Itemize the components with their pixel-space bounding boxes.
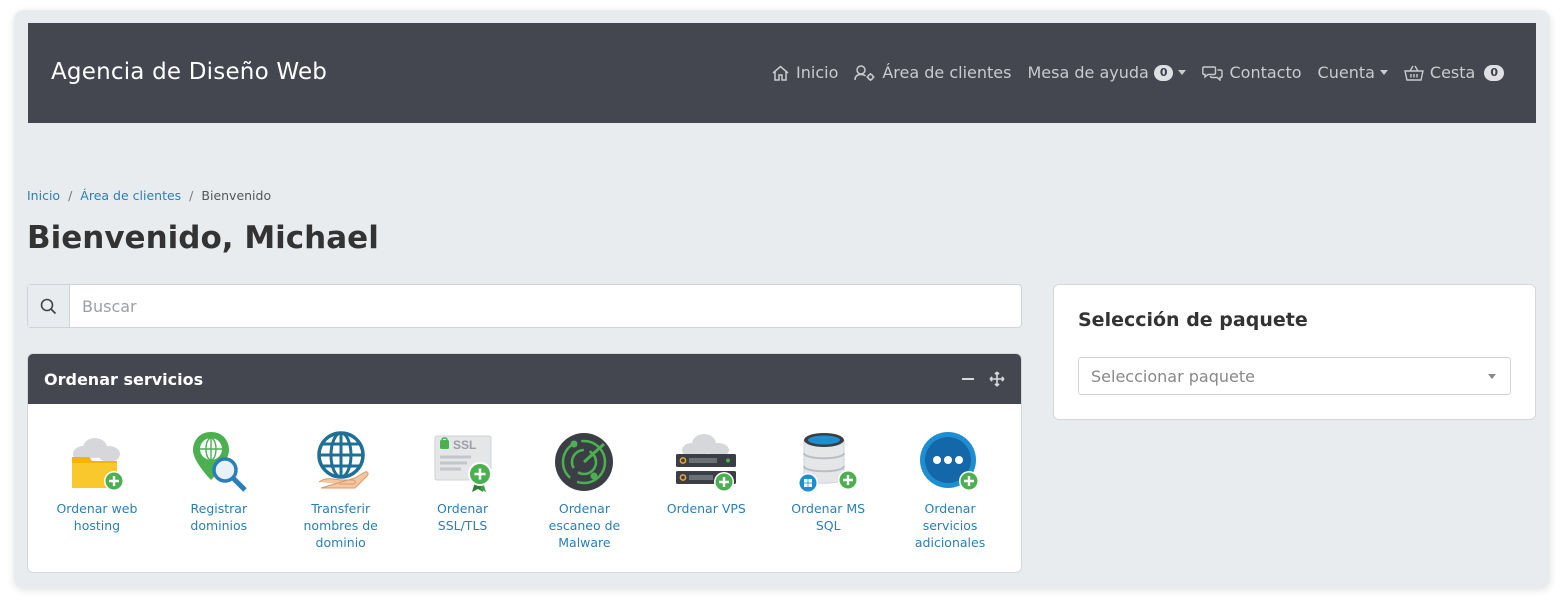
- order-services-title: Ordenar servicios: [44, 369, 204, 389]
- breadcrumb-home[interactable]: Inicio: [27, 188, 60, 203]
- breadcrumb-separator: /: [189, 188, 194, 203]
- service-ssl-tls[interactable]: SSL Ordenar SSL/TLS: [402, 430, 524, 551]
- svg-text:SSL: SSL: [453, 438, 476, 452]
- malware-scan-icon: [555, 433, 614, 491]
- chat-icon: [1202, 65, 1224, 81]
- service-mssql[interactable]: Ordenar MS SQL: [767, 430, 889, 551]
- service-label: Ordenar web hosting: [56, 501, 138, 533]
- domain-register-icon: [192, 432, 247, 492]
- nav-client-area-label: Área de clientes: [882, 63, 1012, 82]
- page-title: Bienvenido, Michael: [27, 220, 379, 256]
- more-services-icon: [920, 432, 980, 491]
- main-nav: Inicio Área de clientes Mesa de ayuda 0 …: [755, 63, 1504, 82]
- page-frame: Agencia de Diseño Web Inicio Área de cli…: [14, 10, 1550, 588]
- breadcrumb-separator: /: [68, 188, 73, 203]
- hosting-folder-icon: [71, 438, 124, 491]
- service-transfer-domains[interactable]: Transferir nombres de dominio: [280, 430, 402, 551]
- nav-home-label: Inicio: [796, 63, 839, 82]
- service-label: Ordenar escaneo de Malware: [548, 501, 621, 550]
- package-selection-title: Selección de paquete: [1078, 309, 1308, 331]
- domain-transfer-icon: [316, 431, 369, 489]
- search-icon-addon: [28, 285, 70, 327]
- search-bar: [27, 284, 1022, 328]
- home-icon: [772, 65, 789, 81]
- breadcrumb-client-area[interactable]: Área de clientes: [80, 188, 181, 203]
- top-navbar: Agencia de Diseño Web Inicio Área de cli…: [28, 23, 1536, 123]
- vps-server-icon: [676, 434, 737, 492]
- nav-helpdesk-label: Mesa de ayuda: [1027, 63, 1149, 82]
- nav-account[interactable]: Cuenta: [1318, 63, 1388, 82]
- user-cog-icon: [854, 64, 875, 81]
- nav-contact[interactable]: Contacto: [1202, 63, 1302, 82]
- package-select[interactable]: Seleccionar paquete: [1078, 357, 1511, 395]
- service-label: Ordenar servicios adicionales: [914, 501, 986, 550]
- chevron-down-icon: [1379, 70, 1388, 75]
- service-register-domains[interactable]: Registrar dominios: [158, 430, 280, 551]
- service-label: Ordenar VPS: [666, 501, 746, 516]
- breadcrumb-current: Bienvenido: [201, 188, 272, 203]
- nav-client-area[interactable]: Área de clientes: [854, 63, 1011, 82]
- nav-contact-label: Contacto: [1229, 63, 1302, 82]
- service-label: Transferir nombres de dominio: [303, 501, 378, 550]
- ssl-certificate-icon: SSL: [434, 435, 492, 492]
- service-web-hosting[interactable]: Ordenar web hosting: [36, 430, 158, 551]
- service-vps[interactable]: Ordenar VPS: [645, 430, 767, 551]
- dropdown-arrow-icon: [1488, 374, 1496, 379]
- services-grid: Ordenar web hosting Registrar dominios T…: [28, 404, 1021, 551]
- service-label: Ordenar SSL/TLS: [437, 501, 489, 533]
- chevron-down-icon: [1178, 70, 1187, 75]
- nav-home[interactable]: Inicio: [771, 63, 838, 82]
- package-select-placeholder: Seleccionar paquete: [1091, 366, 1255, 386]
- package-selection-card: Selección de paquete Seleccionar paquete: [1053, 284, 1536, 420]
- nav-account-label: Cuenta: [1317, 63, 1375, 82]
- card-tools: [961, 371, 1005, 387]
- cart-count-badge: 0: [1484, 64, 1504, 81]
- basket-icon: [1404, 65, 1424, 81]
- nav-helpdesk[interactable]: Mesa de ayuda 0: [1027, 63, 1187, 82]
- service-additional[interactable]: Ordenar servicios adicionales: [889, 430, 1011, 551]
- brand-name[interactable]: Agencia de Diseño Web: [51, 59, 327, 85]
- breadcrumb: Inicio / Área de clientes / Bienvenido: [27, 188, 271, 203]
- move-icon[interactable]: [989, 371, 1005, 387]
- order-services-card: Ordenar servicios Ordenar web hosting Re…: [27, 353, 1022, 573]
- mssql-database-icon: [798, 433, 859, 493]
- service-malware-scan[interactable]: Ordenar escaneo de Malware: [524, 430, 646, 551]
- search-input[interactable]: [70, 285, 1021, 327]
- service-label: Registrar dominios: [190, 501, 248, 533]
- helpdesk-count-badge: 0: [1153, 64, 1174, 81]
- nav-cart[interactable]: Cesta 0: [1404, 63, 1504, 82]
- service-label: Ordenar MS SQL: [791, 501, 866, 533]
- minimize-icon[interactable]: [961, 372, 975, 386]
- search-icon: [40, 298, 57, 314]
- nav-cart-label: Cesta: [1429, 63, 1476, 82]
- order-services-header: Ordenar servicios: [28, 354, 1021, 404]
